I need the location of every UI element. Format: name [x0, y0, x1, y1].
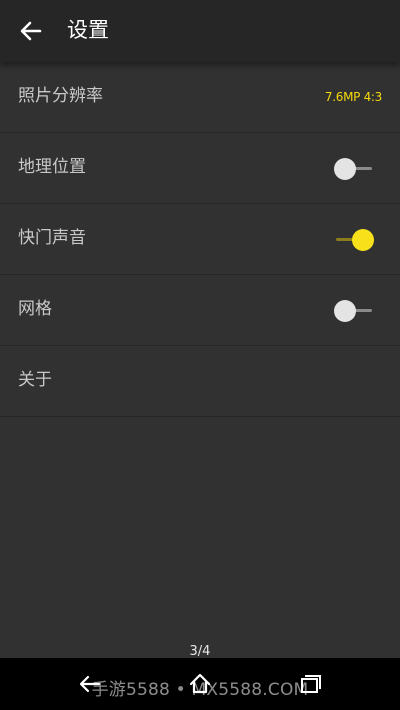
setting-label: 地理位置 [18, 157, 86, 177]
app-bar: 设置 [0, 0, 400, 62]
resolution-value: 7.6MP 4:3 [324, 90, 382, 104]
back-arrow-icon [20, 21, 42, 41]
setting-shutter-sound[interactable]: 快门声音 [0, 204, 400, 275]
page-title: 设置 [67, 18, 109, 42]
setting-grid[interactable]: 网格 [0, 275, 400, 346]
setting-geolocation[interactable]: 地理位置 [0, 133, 400, 204]
setting-photo-resolution[interactable]: 照片分辨率 7.6MP 4:3 [0, 62, 400, 133]
back-button[interactable] [14, 14, 48, 48]
setting-label: 关于 [18, 370, 52, 390]
settings-list: 照片分辨率 7.6MP 4:3 地理位置 快门声音 网格 关于 [0, 62, 400, 417]
grid-toggle[interactable] [334, 299, 374, 323]
setting-label: 网格 [18, 299, 52, 319]
geolocation-toggle[interactable] [334, 157, 374, 181]
toggle-knob [334, 300, 356, 322]
setting-about[interactable]: 关于 [0, 346, 400, 417]
setting-label: 快门声音 [18, 228, 86, 248]
toggle-knob [334, 158, 356, 180]
page-indicator: 3/4 [189, 644, 211, 659]
toggle-knob [352, 229, 374, 251]
setting-label: 照片分辨率 [18, 86, 103, 106]
watermark-text: 手游5588 • MX5588.COM [91, 680, 309, 700]
shutter-sound-toggle[interactable] [334, 228, 374, 252]
